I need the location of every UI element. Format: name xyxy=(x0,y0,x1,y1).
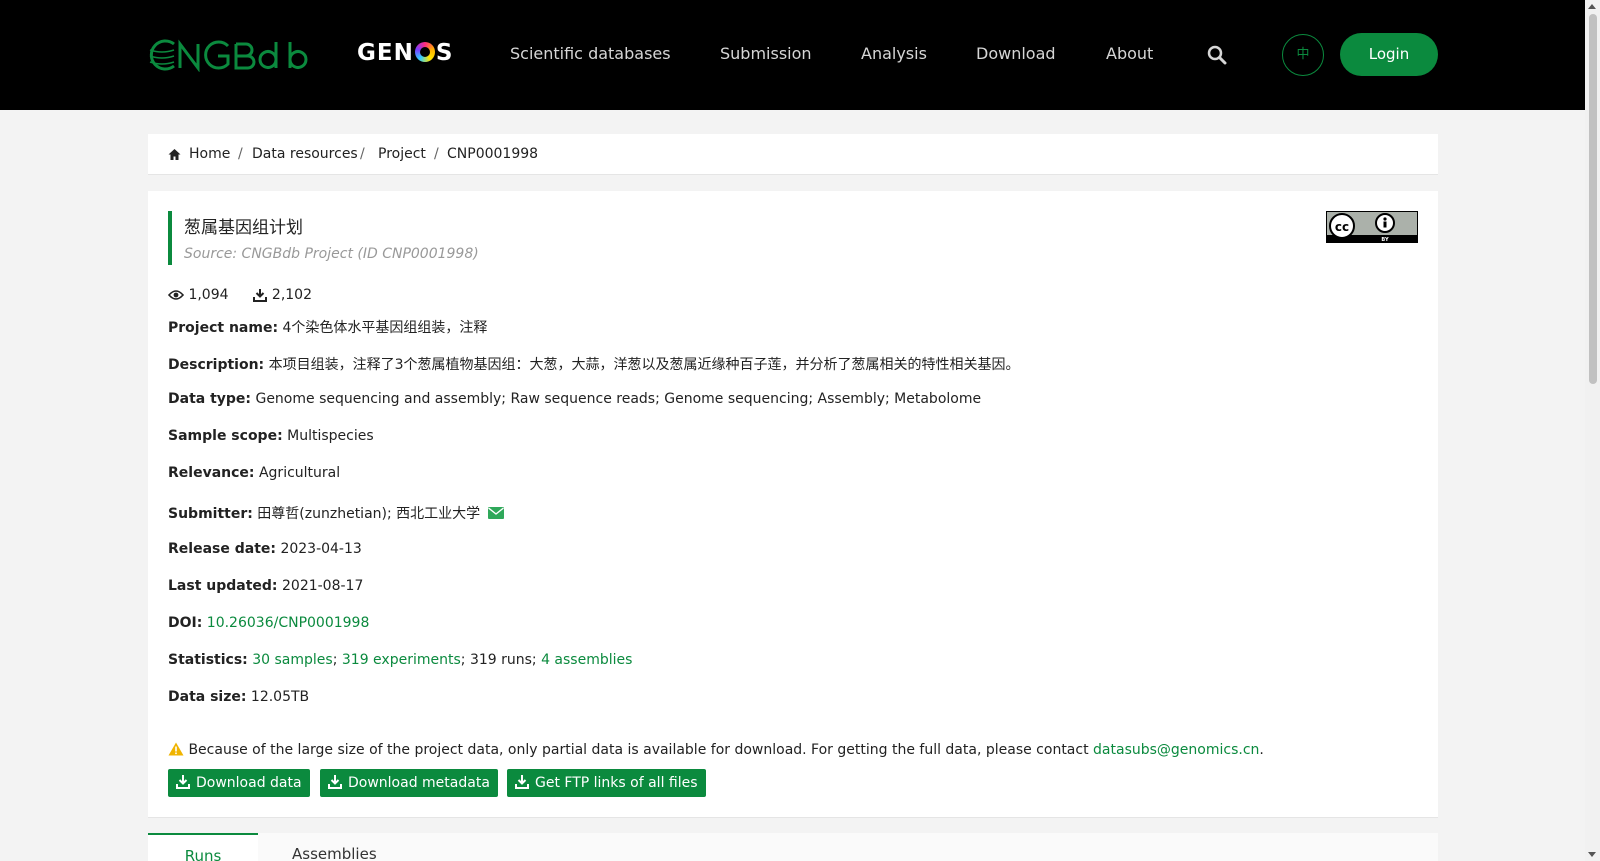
field-label: Description: xyxy=(168,357,265,373)
scroll-up-arrow-icon[interactable] xyxy=(1588,4,1596,9)
release-date-row: Release date: 2023-04-13 xyxy=(168,541,362,557)
download-data-button[interactable]: Download data xyxy=(168,769,310,797)
top-navbar: GEN S Scientific databases Submission Ana… xyxy=(0,0,1585,110)
submitter-row: Submitter: 田尊哲(zunzhetian); 西北工业大学 xyxy=(168,503,504,523)
language-toggle-button[interactable]: 中 xyxy=(1282,34,1324,76)
last-updated-value: 2021-08-17 xyxy=(282,578,364,594)
envelope-icon[interactable] xyxy=(487,507,504,519)
field-label: Relevance: xyxy=(168,465,255,481)
field-label: DOI: xyxy=(168,615,203,631)
project-name-value: 4个染色体水平基因组组装，注释 xyxy=(282,320,488,336)
assemblies-link[interactable]: 4 assemblies xyxy=(541,652,632,668)
button-label: Download data xyxy=(196,775,302,791)
sample-scope-value: Multispecies xyxy=(287,428,374,444)
project-source: Source: CNGBdb Project (ID CNP0001998) xyxy=(184,246,479,262)
breadcrumb-project[interactable]: Project xyxy=(378,146,426,162)
relevance-value: Agricultural xyxy=(258,465,341,481)
notice-text: Because of the large size of the project… xyxy=(188,742,1089,758)
description-row: Description: 本项目组装，注释了3个葱属植物基因组：大葱，大蒜，洋葱… xyxy=(168,354,1020,374)
description-value: 本项目组装，注释了3个葱属植物基因组：大葱，大蒜，洋葱以及葱属近缘种百子莲，并分… xyxy=(268,357,1020,373)
login-button[interactable]: Login xyxy=(1340,33,1438,76)
project-card: 葱属基因组计划 Source: CNGBdb Project (ID CNP00… xyxy=(148,191,1438,818)
sample-scope-row: Sample scope: Multispecies xyxy=(168,428,374,444)
download-notice: Because of the large size of the project… xyxy=(168,742,1264,758)
doi-row: DOI: 10.26036/CNP0001998 xyxy=(168,615,369,631)
title-block: 葱属基因组计划 Source: CNGBdb Project (ID CNP00… xyxy=(168,211,479,265)
field-label: Release date: xyxy=(168,541,276,557)
field-label: Submitter: xyxy=(168,506,253,522)
field-label: Data size: xyxy=(168,689,247,705)
data-size-row: Data size: 12.05TB xyxy=(168,689,309,705)
cc-by-license-icon[interactable]: cc BY xyxy=(1326,211,1418,243)
nav-submission[interactable]: Submission xyxy=(720,44,812,63)
breadcrumb-current: CNP0001998 xyxy=(447,146,539,162)
download-metadata-button[interactable]: Download metadata xyxy=(320,769,498,797)
button-label: Get FTP links of all files xyxy=(535,775,698,791)
tab-assemblies[interactable]: Assemblies xyxy=(292,833,377,861)
project-name-row: Project name: 4个染色体水平基因组组装，注释 xyxy=(168,317,487,337)
nav-analysis[interactable]: Analysis xyxy=(861,44,927,63)
download-icon xyxy=(176,775,190,789)
field-label: Data type: xyxy=(168,391,252,407)
svg-text:BY: BY xyxy=(1381,237,1389,243)
separator: ; xyxy=(531,652,542,668)
download-count-icon xyxy=(253,288,268,302)
breadcrumb-separator: / xyxy=(238,146,243,162)
last-updated-row: Last updated: 2021-08-17 xyxy=(168,578,363,594)
eye-icon xyxy=(167,290,185,300)
nav-download[interactable]: Download xyxy=(976,44,1056,63)
contact-email-link[interactable]: datasubs@genomics.cn xyxy=(1093,742,1259,758)
search-icon[interactable] xyxy=(1207,45,1227,65)
ftp-links-button[interactable]: Get FTP links of all files xyxy=(507,769,706,797)
samples-link[interactable]: 30 samples xyxy=(252,652,332,668)
tab-bar: Runs Assemblies xyxy=(148,833,1438,861)
vertical-scrollbar[interactable] xyxy=(1585,0,1600,861)
release-date-value: 2023-04-13 xyxy=(280,541,362,557)
warning-icon xyxy=(168,742,184,756)
data-size-value: 12.05TB xyxy=(250,689,310,705)
cngbdb-logo[interactable] xyxy=(148,38,308,72)
field-label: Statistics: xyxy=(168,652,248,668)
scroll-down-arrow-icon[interactable] xyxy=(1588,852,1596,857)
project-title: 葱属基因组计划 xyxy=(184,218,303,238)
experiments-link[interactable]: 319 experiments xyxy=(342,652,461,668)
scrollbar-thumb[interactable] xyxy=(1589,14,1597,384)
breadcrumb-data-resources[interactable]: Data resources xyxy=(252,146,358,162)
data-type-value: Genome sequencing and assembly; Raw sequ… xyxy=(255,391,982,407)
notice-period: . xyxy=(1259,742,1264,758)
download-icon xyxy=(328,775,342,789)
relevance-row: Relevance: Agricultural xyxy=(168,465,340,481)
download-count: 2,102 xyxy=(271,287,312,303)
separator: ; xyxy=(460,652,470,668)
field-label: Project name: xyxy=(168,320,279,336)
statistics-row: Statistics: 30 samples; 319 experiments;… xyxy=(168,652,632,668)
svg-text:cc: cc xyxy=(1335,220,1349,234)
breadcrumb-separator: / xyxy=(360,146,365,162)
view-download-counts: 1,094 2,102 xyxy=(167,287,312,303)
field-label: Last updated: xyxy=(168,578,278,594)
field-label: Sample scope: xyxy=(168,428,283,444)
view-count: 1,094 xyxy=(188,287,229,303)
button-label: Download metadata xyxy=(348,775,490,791)
data-type-row: Data type: Genome sequencing and assembl… xyxy=(168,391,981,407)
submitter-value: 田尊哲(zunzhetian); 西北工业大学 xyxy=(257,506,481,522)
download-icon xyxy=(515,775,529,789)
tab-runs[interactable]: Runs xyxy=(148,833,258,861)
doi-link[interactable]: 10.26036/CNP0001998 xyxy=(207,615,370,631)
runs-count: 319 runs xyxy=(469,652,532,668)
nav-about[interactable]: About xyxy=(1106,44,1153,63)
nav-scientific-databases[interactable]: Scientific databases xyxy=(510,44,671,63)
home-icon xyxy=(168,149,181,160)
breadcrumb-home[interactable]: Home xyxy=(189,146,230,162)
breadcrumb: Home / Data resources / Project / CNP000… xyxy=(148,134,1438,175)
genos-logo[interactable]: GEN S xyxy=(357,40,453,66)
separator: ; xyxy=(332,652,342,668)
breadcrumb-separator: / xyxy=(434,146,439,162)
